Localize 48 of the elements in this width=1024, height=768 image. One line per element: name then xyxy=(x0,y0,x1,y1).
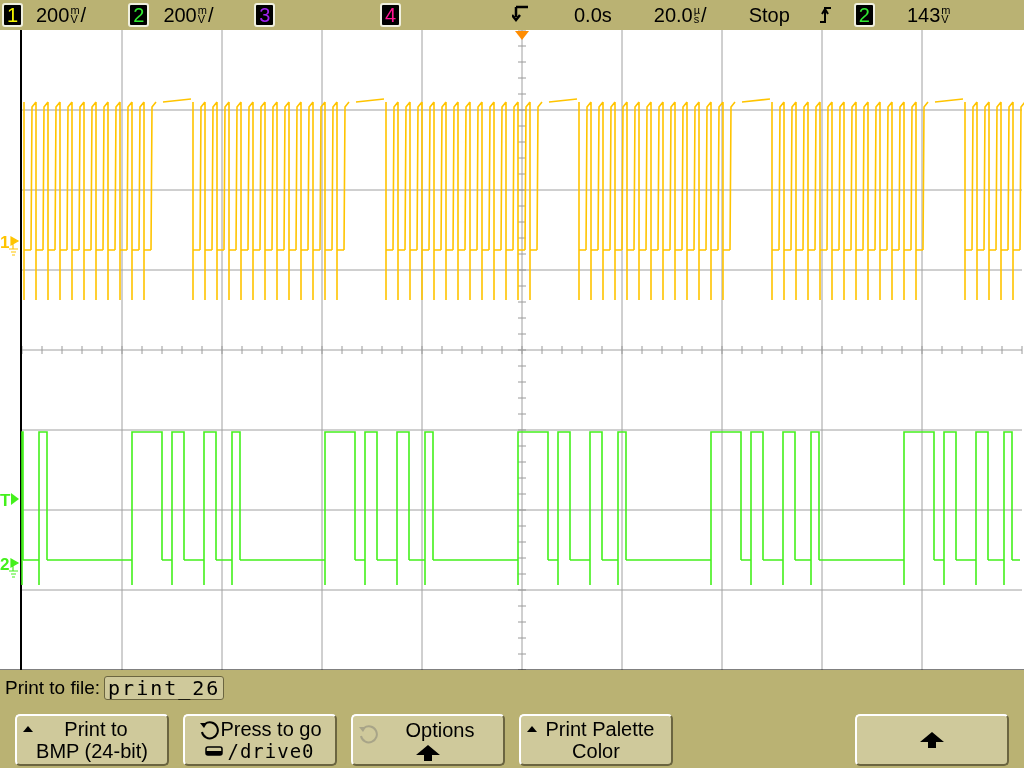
scale-suffix: / xyxy=(80,3,87,28)
caret-icon xyxy=(23,726,33,732)
unit-label: s xyxy=(693,15,701,24)
caret-icon xyxy=(527,726,537,732)
menu-up-button[interactable] xyxy=(855,714,1009,766)
softkey-label: Press to go xyxy=(220,718,322,740)
scale-suffix: / xyxy=(207,3,214,28)
unit-prefix: m xyxy=(197,6,207,15)
unit-prefix: m xyxy=(70,6,80,15)
softkey-button[interactable]: Print to BMP (24-bit) xyxy=(15,714,169,766)
time-scale: 20.0 xyxy=(653,3,693,28)
channel-marker-label: 1 xyxy=(0,235,10,251)
channel-scale: 200 xyxy=(36,3,70,28)
unit-label: V xyxy=(197,15,206,24)
rising-edge-icon xyxy=(819,5,832,25)
print-prompt: Print to file: xyxy=(5,675,101,700)
softkey-label: Print Palette xyxy=(544,718,655,740)
softkey-button[interactable]: Print Palette Color xyxy=(519,714,673,766)
time-delay: 0.0s xyxy=(574,3,612,28)
scale-suffix: / xyxy=(701,3,707,28)
trigger-time-marker-icon xyxy=(515,31,529,40)
softkey-value: BMP (24-bit) xyxy=(36,740,148,762)
unit-label: V xyxy=(70,15,78,24)
trigger-level: 143 xyxy=(906,3,941,28)
channel-scale: 200 xyxy=(163,3,197,28)
channel-marker-label: 2 xyxy=(0,557,10,573)
unit-prefix: m xyxy=(941,6,951,15)
channel-badge[interactable]: 2 xyxy=(128,3,150,27)
drive-path: /drive0 xyxy=(227,740,315,762)
run-state: Stop xyxy=(748,3,790,28)
rotate-icon xyxy=(357,722,379,744)
softkey-label: Options xyxy=(404,719,475,741)
filename-field[interactable]: print_26 xyxy=(104,676,225,700)
softkey-label: Print to xyxy=(63,718,128,740)
unit-label: V xyxy=(941,15,949,24)
up-arrow-icon xyxy=(416,745,440,761)
channel-badge[interactable]: 2 xyxy=(853,3,875,27)
channel-badge[interactable]: 4 xyxy=(380,3,402,27)
channel-marker-label: T xyxy=(0,493,11,509)
softkey-value: Color xyxy=(572,740,620,762)
drive-icon xyxy=(205,746,224,756)
channel-badge[interactable]: 3 xyxy=(254,3,276,27)
channel-badge[interactable]: 1 xyxy=(2,3,24,27)
up-arrow-icon xyxy=(920,732,944,748)
rotate-icon xyxy=(198,718,221,740)
softkey-button[interactable]: Options xyxy=(351,714,505,766)
softkey-button[interactable]: Press to go /drive0 xyxy=(183,714,337,766)
trigger-level-icon xyxy=(10,493,21,505)
